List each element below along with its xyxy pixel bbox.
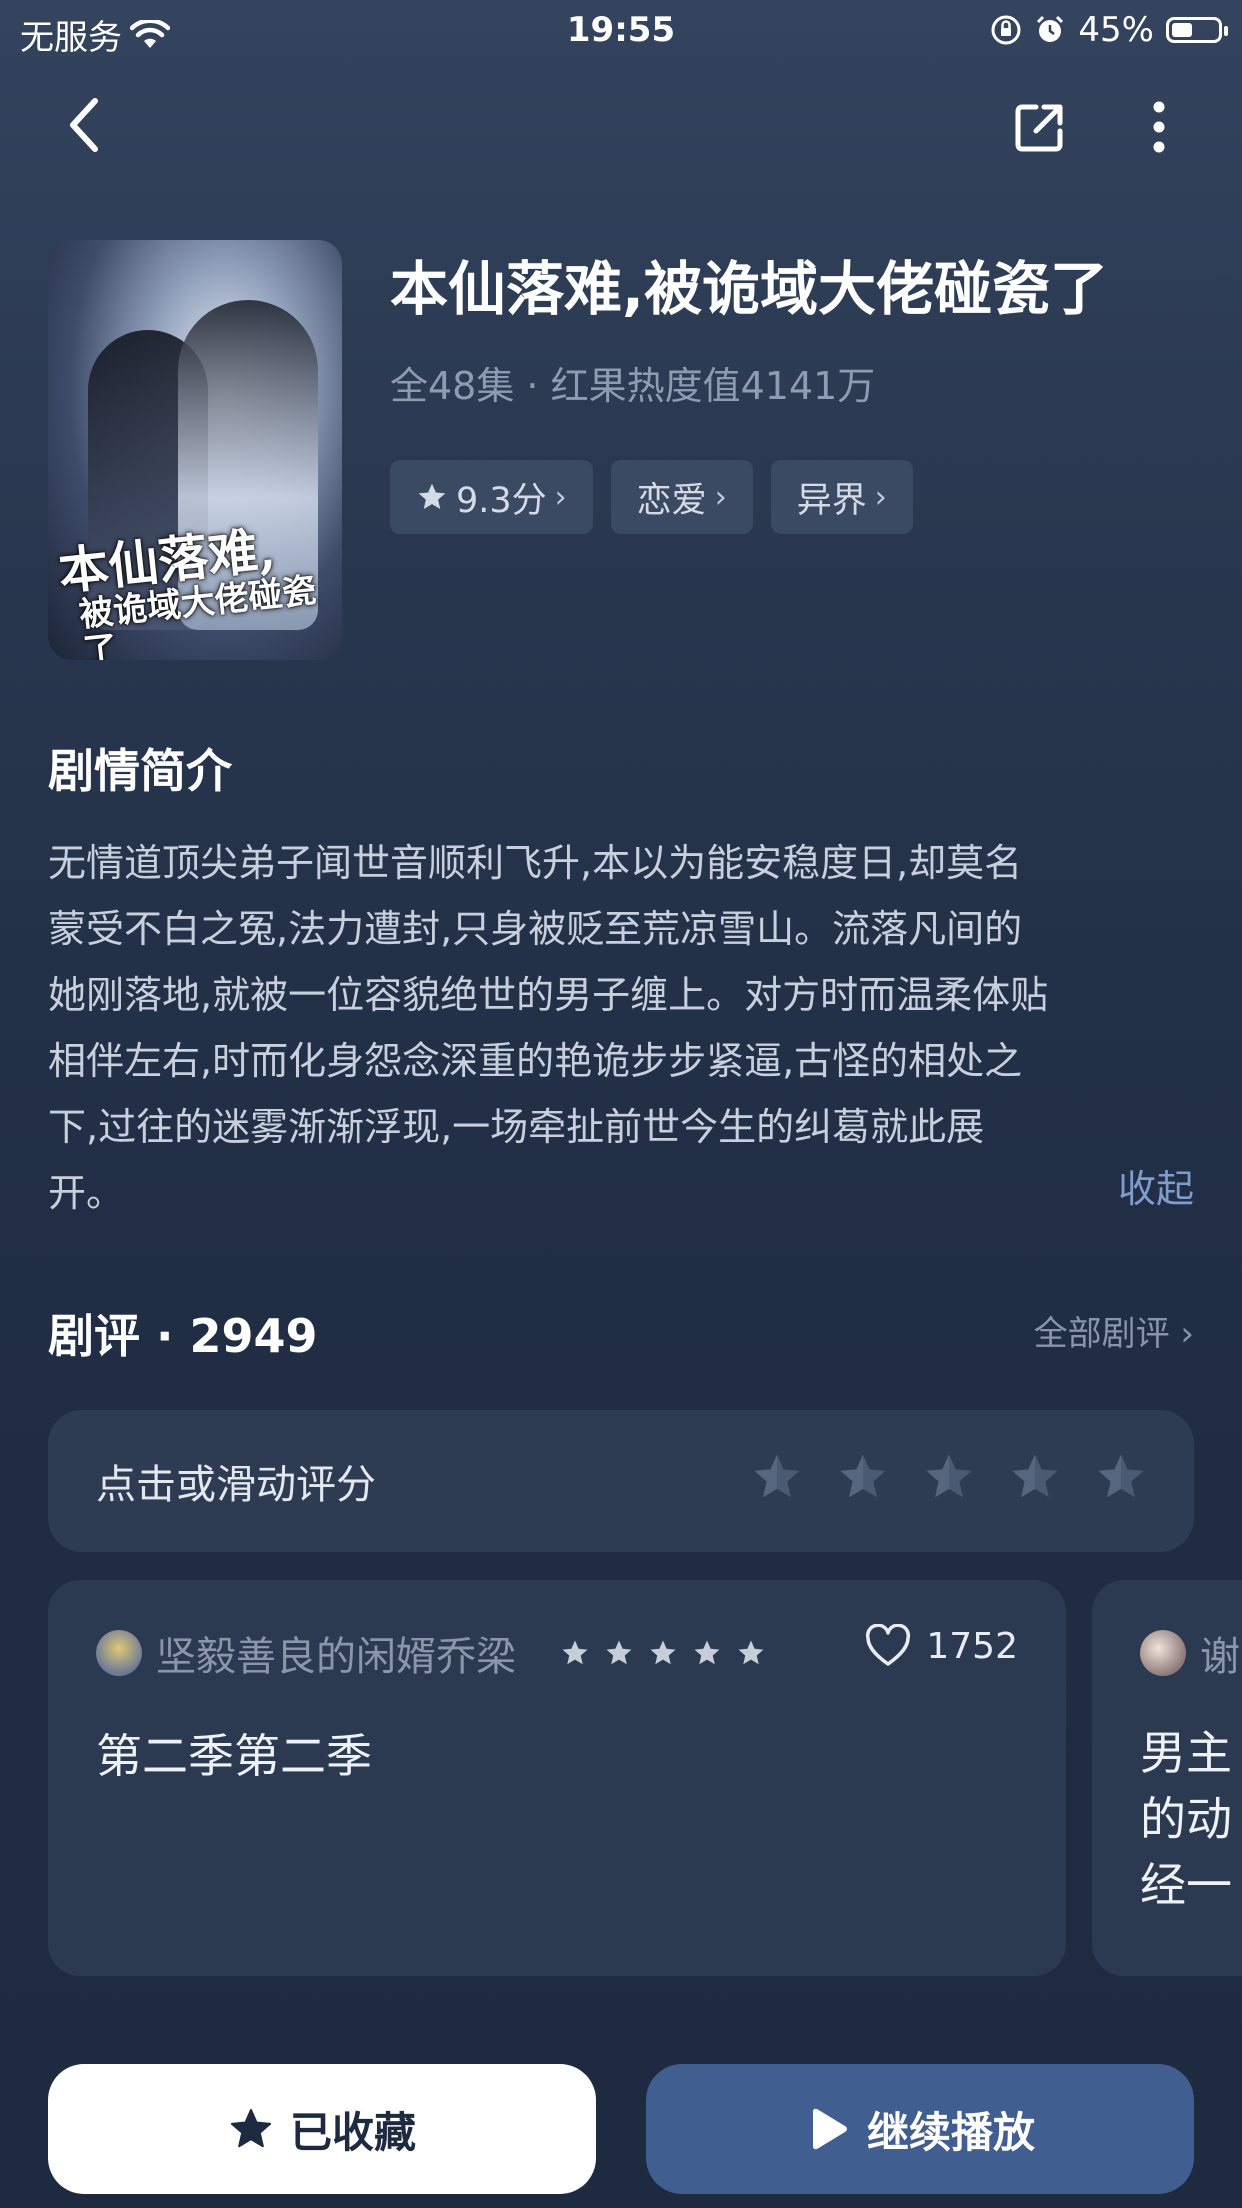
tag-list: 9.3分 › 恋爱 › 异界 › [390,460,913,534]
review-text: 男主 的动 经一 [1140,1720,1232,1918]
rating-stars[interactable] [750,1450,1148,1504]
rating-star-1[interactable] [750,1450,804,1504]
tag-genre-otherworld[interactable]: 异界 › [770,460,913,534]
all-reviews-link[interactable]: 全部剧评 › [1034,1306,1194,1355]
all-reviews-label: 全部剧评 [1033,1314,1170,1354]
cover-title-art: 本仙落难, 被诡域大佬碰瓷了 [56,516,338,660]
more-icon [1153,101,1165,153]
rating-star-5[interactable] [1094,1450,1148,1504]
favorite-label: 已收藏 [289,2107,416,2157]
star-icon [606,1640,632,1665]
tag-label: 异界 [796,480,867,521]
synopsis-text: 无情道顶尖弟子闻世音顺利飞升,本以为能安稳度日,却莫名 蒙受不白之冤,法力遭封,… [48,830,1198,1226]
synopsis-line: 她刚落地,就被一位容貌绝世的男子缠上。对方时而温柔体贴 [48,973,1049,1017]
chevron-right-icon: › [1180,1314,1194,1354]
share-button[interactable] [1000,92,1080,162]
alarm-icon [1037,15,1064,42]
drama-meta: 全48集 · 红果热度值4141万 [390,364,876,408]
drama-cover[interactable]: 本仙落难, 被诡域大佬碰瓷了 [48,240,342,660]
status-right-group: 45% [990,10,1228,50]
tag-genre-romance[interactable]: 恋爱 › [610,460,753,534]
star-icon [650,1640,676,1665]
share-icon [1015,104,1063,152]
rating-star-3[interactable] [922,1450,976,1504]
synopsis-line: 相伴左右,时而化身怨念深重的艳诡步步紧逼,古怪的相处之 [48,1039,1023,1083]
synopsis-line: 开。 [48,1171,125,1215]
back-icon [70,98,98,152]
continue-play-button[interactable]: 继续播放 [646,2064,1194,2194]
review-text-line: 的动 [1140,1792,1232,1846]
review-card[interactable]: 谢 男主 的动 经一 [1092,1580,1242,1976]
reviews-title: 剧评 · 2949 [48,1309,318,1363]
heart-icon [866,1624,911,1666]
synopsis-line: 无情道顶尖弟子闻世音顺利飞升,本以为能安稳度日,却莫名 [48,841,1023,885]
drama-title: 本仙落难,被诡域大佬碰瓷了 [390,255,1109,323]
tag-label: 恋爱 [636,480,707,521]
avatar[interactable] [1140,1630,1186,1676]
status-bar: 无服务 19:55 45% [0,0,1242,64]
synopsis-line: 下,过往的迷雾渐渐浮现,一场牵扯前世今生的纠葛就此展 [48,1105,985,1149]
avatar[interactable] [96,1630,142,1676]
star-icon [562,1640,588,1665]
tag-rating[interactable]: 9.3分 › [390,460,593,534]
review-card[interactable]: 坚毅善良的闲婿乔梁 1752 第二季第二季 [48,1580,1066,1976]
chevron-right-icon: › [714,479,727,515]
collapse-button[interactable]: 收起 [1118,1158,1194,1213]
chevron-right-icon: › [874,479,887,515]
rotation-lock-icon [991,15,1021,45]
battery-icon [1166,17,1228,43]
review-text: 第二季第二季 [96,1729,372,1783]
rating-box[interactable]: 点击或滑动评分 [48,1410,1194,1552]
review-username[interactable]: 谢 [1200,1624,1240,1682]
play-icon [812,2108,847,2150]
review-text-line: 经一 [1140,1858,1232,1912]
tag-label: 9.3分 [456,480,547,521]
star-icon [418,483,446,509]
battery-percent: 45% [1078,10,1154,50]
rating-star-4[interactable] [1008,1450,1062,1504]
chevron-right-icon: › [554,479,567,515]
review-username[interactable]: 坚毅善良的闲婿乔梁 [156,1624,516,1682]
rating-star-2[interactable] [836,1450,890,1504]
review-text-line: 男主 [1140,1726,1232,1780]
synopsis-title: 剧情简介 [48,744,232,798]
like-button[interactable]: 1752 [864,1624,1018,1668]
synopsis-line: 蒙受不白之冤,法力遭封,只身被贬至荒凉雪山。流落凡间的 [48,907,1023,951]
star-icon [694,1640,720,1665]
back-button[interactable] [50,90,120,160]
play-label: 继续播放 [866,2107,1035,2157]
star-icon [738,1640,764,1665]
review-stars [560,1638,766,1668]
more-button[interactable] [1124,92,1194,162]
rating-prompt: 点击或滑动评分 [96,1462,376,1508]
favorite-button[interactable]: 已收藏 [48,2064,596,2194]
star-filled-icon [230,2108,272,2148]
like-count: 1752 [926,1625,1018,1667]
